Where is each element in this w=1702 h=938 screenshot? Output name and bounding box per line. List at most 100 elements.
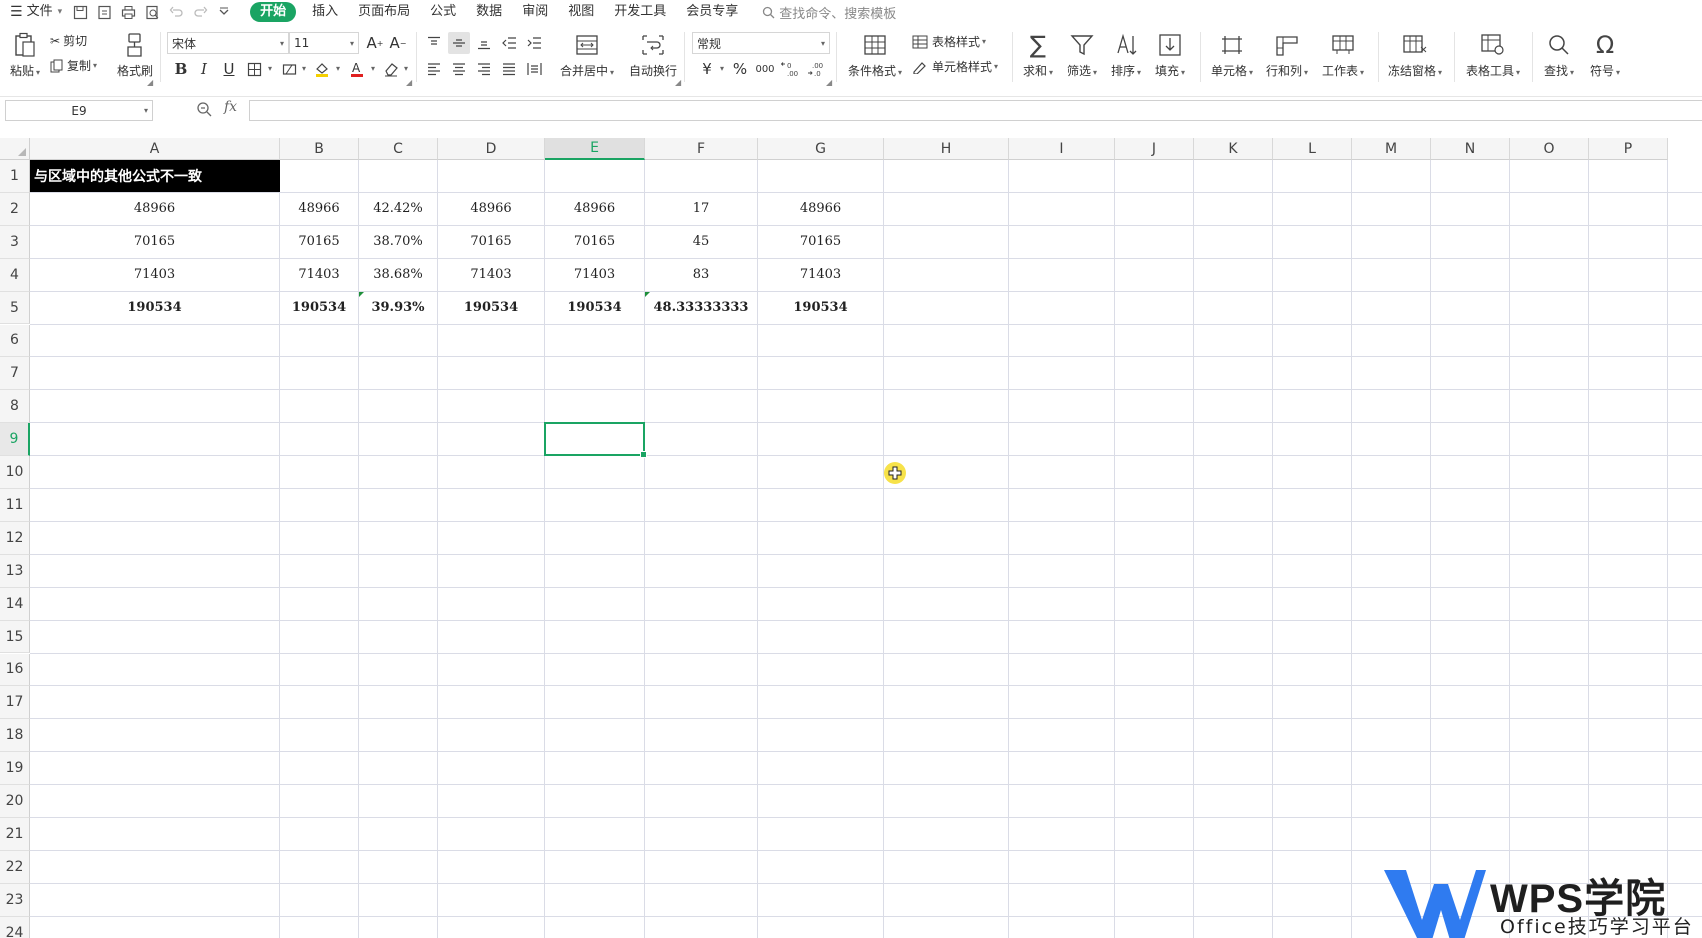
row-header-9[interactable]: 9	[0, 423, 30, 457]
table-style-button[interactable]: 表格样式 ▾	[912, 33, 986, 50]
cell-d4[interactable]: 71403	[438, 259, 544, 291]
find-button[interactable]: 查找 ▾	[1538, 30, 1580, 79]
cell-e4[interactable]: 71403	[545, 259, 644, 291]
tab-review[interactable]: 审阅	[512, 0, 558, 24]
print-preview-icon[interactable]	[140, 0, 164, 24]
error-indicator-icon[interactable]	[359, 291, 364, 297]
fill-color-icon[interactable]	[311, 58, 333, 80]
tab-view[interactable]: 视图	[558, 0, 604, 24]
cell-d3[interactable]: 70165	[438, 226, 544, 258]
thousands-separator-icon[interactable]: 000	[754, 58, 776, 80]
row-header-6[interactable]: 6	[0, 324, 30, 358]
font-name-select[interactable]: 宋体 ▾	[167, 32, 289, 54]
cell-f4[interactable]: 83	[645, 259, 757, 291]
column-header-i[interactable]: I	[1009, 138, 1115, 160]
column-header-j[interactable]: J	[1115, 138, 1194, 160]
cell-g5[interactable]: 190534	[758, 292, 883, 324]
cell-b2[interactable]: 48966	[280, 193, 358, 225]
copy-button[interactable]: 复制 ▾	[50, 57, 97, 74]
cell-b4[interactable]: 71403	[280, 259, 358, 291]
cell-b3[interactable]: 70165	[280, 226, 358, 258]
cell-e2[interactable]: 48966	[545, 193, 644, 225]
cell-b5[interactable]: 190534	[280, 292, 358, 324]
cell-c4[interactable]: 38.68%	[359, 259, 437, 291]
format-painter-button[interactable]: 格式刷	[112, 30, 158, 79]
row-header-7[interactable]: 7	[0, 357, 30, 391]
cell-c3[interactable]: 38.70%	[359, 226, 437, 258]
row-header-15[interactable]: 15	[0, 620, 30, 654]
cell-fill-pattern-icon[interactable]	[278, 58, 300, 80]
distributed-align-icon[interactable]	[523, 58, 545, 80]
cell-g2[interactable]: 48966	[758, 193, 883, 225]
symbol-button[interactable]: Ω 符号 ▾	[1584, 30, 1626, 79]
row-header-2[interactable]: 2	[0, 192, 30, 226]
bold-icon[interactable]: B	[170, 58, 192, 80]
tab-developer[interactable]: 开发工具	[604, 0, 676, 24]
column-header-k[interactable]: K	[1194, 138, 1273, 160]
cut-button[interactable]: ✂ 剪切	[50, 32, 87, 49]
conditional-format-button[interactable]: 条件格式 ▾	[844, 30, 906, 79]
row-header-1[interactable]: 1	[0, 160, 30, 193]
align-right-icon[interactable]	[473, 58, 495, 80]
cell-f5[interactable]: 48.33333333	[645, 292, 757, 324]
merge-center-button[interactable]: 合并居中 ▾	[554, 30, 620, 79]
decrease-font-icon[interactable]: A −	[387, 32, 409, 54]
column-header-b[interactable]: B	[280, 138, 359, 160]
row-header-10[interactable]: 10	[0, 456, 30, 489]
insert-function-icon[interactable]: fx	[224, 99, 237, 115]
tab-insert[interactable]: 插入	[302, 0, 348, 24]
column-header-n[interactable]: N	[1431, 138, 1510, 160]
freeze-panes-button[interactable]: 冻结窗格 ▾	[1384, 30, 1446, 79]
cell-g3[interactable]: 70165	[758, 226, 883, 258]
row-header-24[interactable]: 24	[0, 916, 30, 938]
row-header-18[interactable]: 18	[0, 719, 30, 753]
filter-button[interactable]: 筛选 ▾	[1062, 30, 1102, 79]
save-icon[interactable]	[68, 0, 92, 24]
cell-f3[interactable]: 45	[645, 226, 757, 258]
cell-a1[interactable]: 与区域中的其他公式不一致	[30, 160, 280, 192]
increase-indent-icon[interactable]	[523, 32, 545, 54]
row-header-21[interactable]: 21	[0, 818, 30, 851]
export-pdf-icon[interactable]	[92, 0, 116, 24]
error-indicator-icon[interactable]	[645, 291, 650, 297]
column-header-c[interactable]: C	[359, 138, 438, 160]
column-header-a[interactable]: A	[30, 138, 280, 160]
undo-icon[interactable]	[164, 0, 188, 24]
name-box[interactable]: E9 ▾	[5, 100, 153, 121]
column-header-f[interactable]: F	[645, 138, 758, 160]
formula-input[interactable]	[249, 100, 1702, 121]
cell-c2[interactable]: 42.42%	[359, 193, 437, 225]
row-header-19[interactable]: 19	[0, 752, 30, 786]
table-tools-button[interactable]: 表格工具 ▾	[1462, 30, 1524, 79]
column-header-o[interactable]: O	[1510, 138, 1589, 160]
paste-button[interactable]: 粘贴 ▾	[6, 30, 44, 79]
percent-icon[interactable]: %	[729, 58, 751, 80]
zoom-formula-icon[interactable]	[196, 101, 212, 121]
row-header-16[interactable]: 16	[0, 653, 30, 687]
row-header-22[interactable]: 22	[0, 850, 30, 884]
align-bottom-icon[interactable]	[473, 32, 495, 54]
row-header-14[interactable]: 14	[0, 587, 30, 621]
tab-member[interactable]: 会员专享	[676, 0, 748, 24]
align-top-icon[interactable]	[423, 32, 445, 54]
cell-a4[interactable]: 71403	[30, 259, 279, 291]
sum-button[interactable]: ∑ 求和 ▾	[1018, 30, 1058, 79]
row-header-8[interactable]: 8	[0, 390, 30, 424]
cell-c5[interactable]: 39.93%	[359, 292, 437, 324]
tab-formulas[interactable]: 公式	[420, 0, 466, 24]
row-header-11[interactable]: 11	[0, 489, 30, 522]
command-search[interactable]: 查找命令、搜索模板	[748, 3, 896, 22]
sort-button[interactable]: 排序 ▾	[1106, 30, 1146, 79]
column-header-p[interactable]: P	[1589, 138, 1668, 160]
cell-a3[interactable]: 70165	[30, 226, 279, 258]
select-all-corner[interactable]	[0, 138, 30, 160]
row-header-3[interactable]: 3	[0, 225, 30, 259]
increase-font-icon[interactable]: A +	[364, 32, 386, 54]
customize-toolbar-icon[interactable]	[212, 0, 236, 24]
spreadsheet-grid[interactable]: A B C D E F G H I J K L M N O P 1 2 3 4 5 6 7 8 9 10 11 12 13 14 15 16 1…	[0, 138, 1702, 938]
cell-button[interactable]: 单元格 ▾	[1208, 30, 1256, 79]
cell-d5[interactable]: 190534	[438, 292, 544, 324]
row-header-5[interactable]: 5	[0, 291, 30, 325]
column-header-h[interactable]: H	[884, 138, 1009, 160]
redo-icon[interactable]	[188, 0, 212, 24]
